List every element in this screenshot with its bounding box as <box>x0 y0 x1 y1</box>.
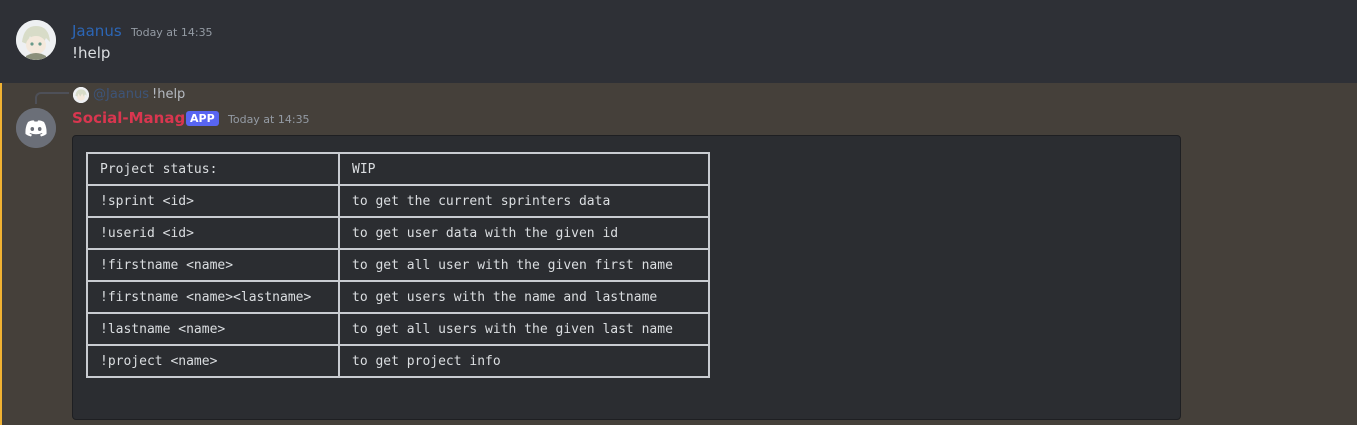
app-badge: APP <box>186 111 219 126</box>
table-row: Project status: WIP <box>86 152 710 186</box>
command-cell: !firstname <name><lastname> <box>86 280 340 314</box>
description-cell: to get all users with the given last nam… <box>338 312 710 346</box>
table-row: !sprint <id> to get the current sprinters… <box>86 184 710 218</box>
user-avatar-icon[interactable] <box>16 20 56 60</box>
table-row: !firstname <name><lastname> to get users … <box>86 280 710 314</box>
bot-username[interactable]: Social-Manager <box>72 109 203 127</box>
code-block: Project status: WIP !sprint <id> to get the… <box>72 135 1181 420</box>
timestamp: Today at 14:35 <box>228 113 310 126</box>
discord-bot-avatar-icon[interactable] <box>16 108 56 148</box>
table-row: !firstname <name> to get all user with th… <box>86 248 710 282</box>
table-row: !project <name> to get project info <box>86 344 710 378</box>
message-social-manager: @Jaanus !help Social-Manager APP Today a… <box>0 83 1357 425</box>
reply-avatar-icon <box>73 87 89 103</box>
command-cell: !sprint <id> <box>86 184 340 218</box>
command-cell: !userid <id> <box>86 216 340 250</box>
message-content: !help <box>72 44 111 62</box>
command-table: Project status: WIP !sprint <id> to get the… <box>86 152 710 378</box>
description-cell: to get all user with the given first nam… <box>338 248 710 282</box>
command-cell: Project status: <box>86 152 340 186</box>
username[interactable]: Jaanus <box>72 22 122 40</box>
description-cell: to get user data with the given id <box>338 216 710 250</box>
description-cell: to get users with the name and lastname <box>338 280 710 314</box>
command-cell: !lastname <name> <box>86 312 340 346</box>
description-cell: WIP <box>338 152 710 186</box>
reply-preview[interactable]: !help <box>152 87 185 102</box>
table-row: !lastname <name> to get all users with th… <box>86 312 710 346</box>
reply-connector <box>35 92 69 104</box>
mention-highlight-bar <box>0 83 2 425</box>
table-row: !userid <id> to get user data with the gi… <box>86 216 710 250</box>
message-jaanus: Jaanus Today at 14:35 !help <box>0 0 1357 83</box>
reply-mention[interactable]: @Jaanus <box>93 87 149 102</box>
description-cell: to get the current sprinters data <box>338 184 710 218</box>
description-cell: to get project info <box>338 344 710 378</box>
command-cell: !project <name> <box>86 344 340 378</box>
command-cell: !firstname <name> <box>86 248 340 282</box>
timestamp: Today at 14:35 <box>131 26 213 39</box>
